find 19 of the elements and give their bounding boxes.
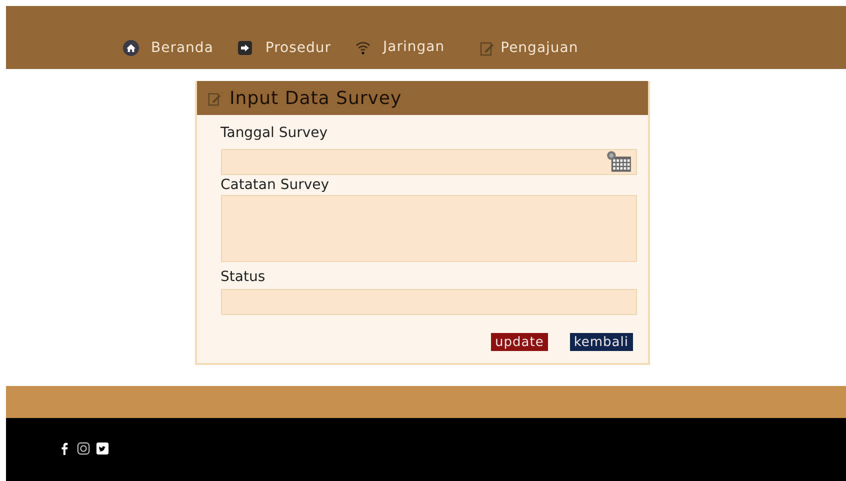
twitter-icon[interactable] bbox=[96, 442, 109, 456]
nav-link[interactable]: Jaringan bbox=[355, 37, 445, 56]
calendar-icon bbox=[606, 151, 632, 174]
field-label: Tanggal Survey bbox=[220, 124, 329, 144]
instagram-icon[interactable] bbox=[77, 442, 90, 456]
nav-link[interactable]: Beranda bbox=[123, 40, 214, 56]
field-label: Status bbox=[220, 268, 266, 288]
date-field[interactable] bbox=[220, 149, 636, 176]
edit-icon bbox=[478, 40, 495, 56]
edit-icon bbox=[206, 90, 222, 106]
field-label: Catatan Survey bbox=[220, 176, 330, 196]
status-field[interactable] bbox=[220, 289, 636, 316]
notes-field[interactable] bbox=[220, 195, 636, 262]
update-button[interactable]: update bbox=[491, 333, 548, 352]
nav-link[interactable]: Pengajuan bbox=[478, 40, 578, 56]
form-title: Input Data Survey bbox=[230, 88, 402, 109]
back-button[interactable]: kembali bbox=[570, 333, 632, 352]
nav-link[interactable]: Prosedur bbox=[237, 40, 332, 56]
home-icon bbox=[123, 40, 139, 56]
